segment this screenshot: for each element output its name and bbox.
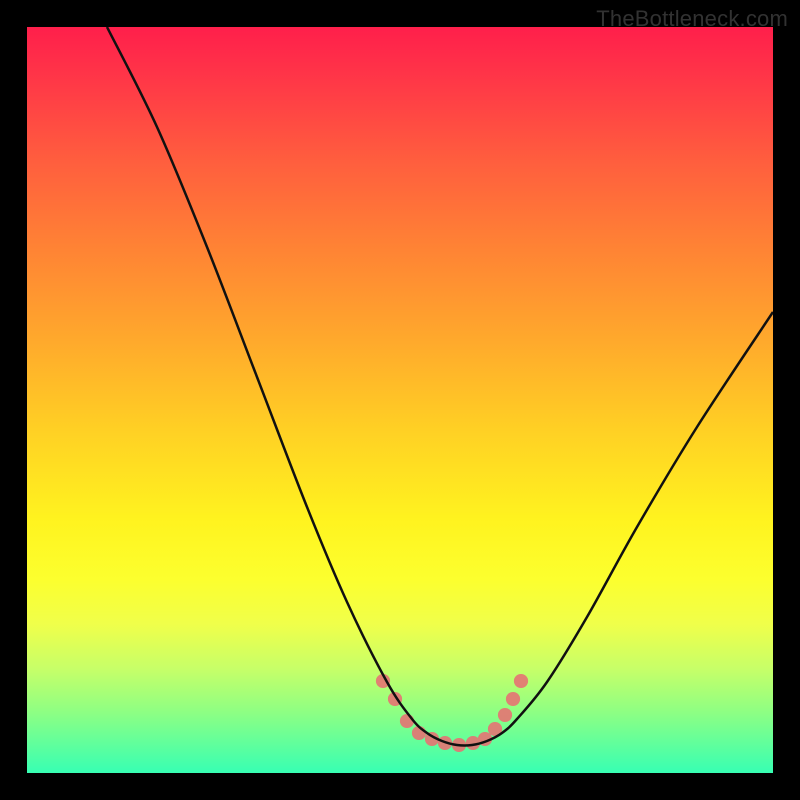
curve-layer (27, 27, 773, 773)
plot-area (27, 27, 773, 773)
main-curve (107, 27, 773, 746)
chart-frame: TheBottleneck.com (0, 0, 800, 800)
watermark-text: TheBottleneck.com (596, 6, 788, 32)
